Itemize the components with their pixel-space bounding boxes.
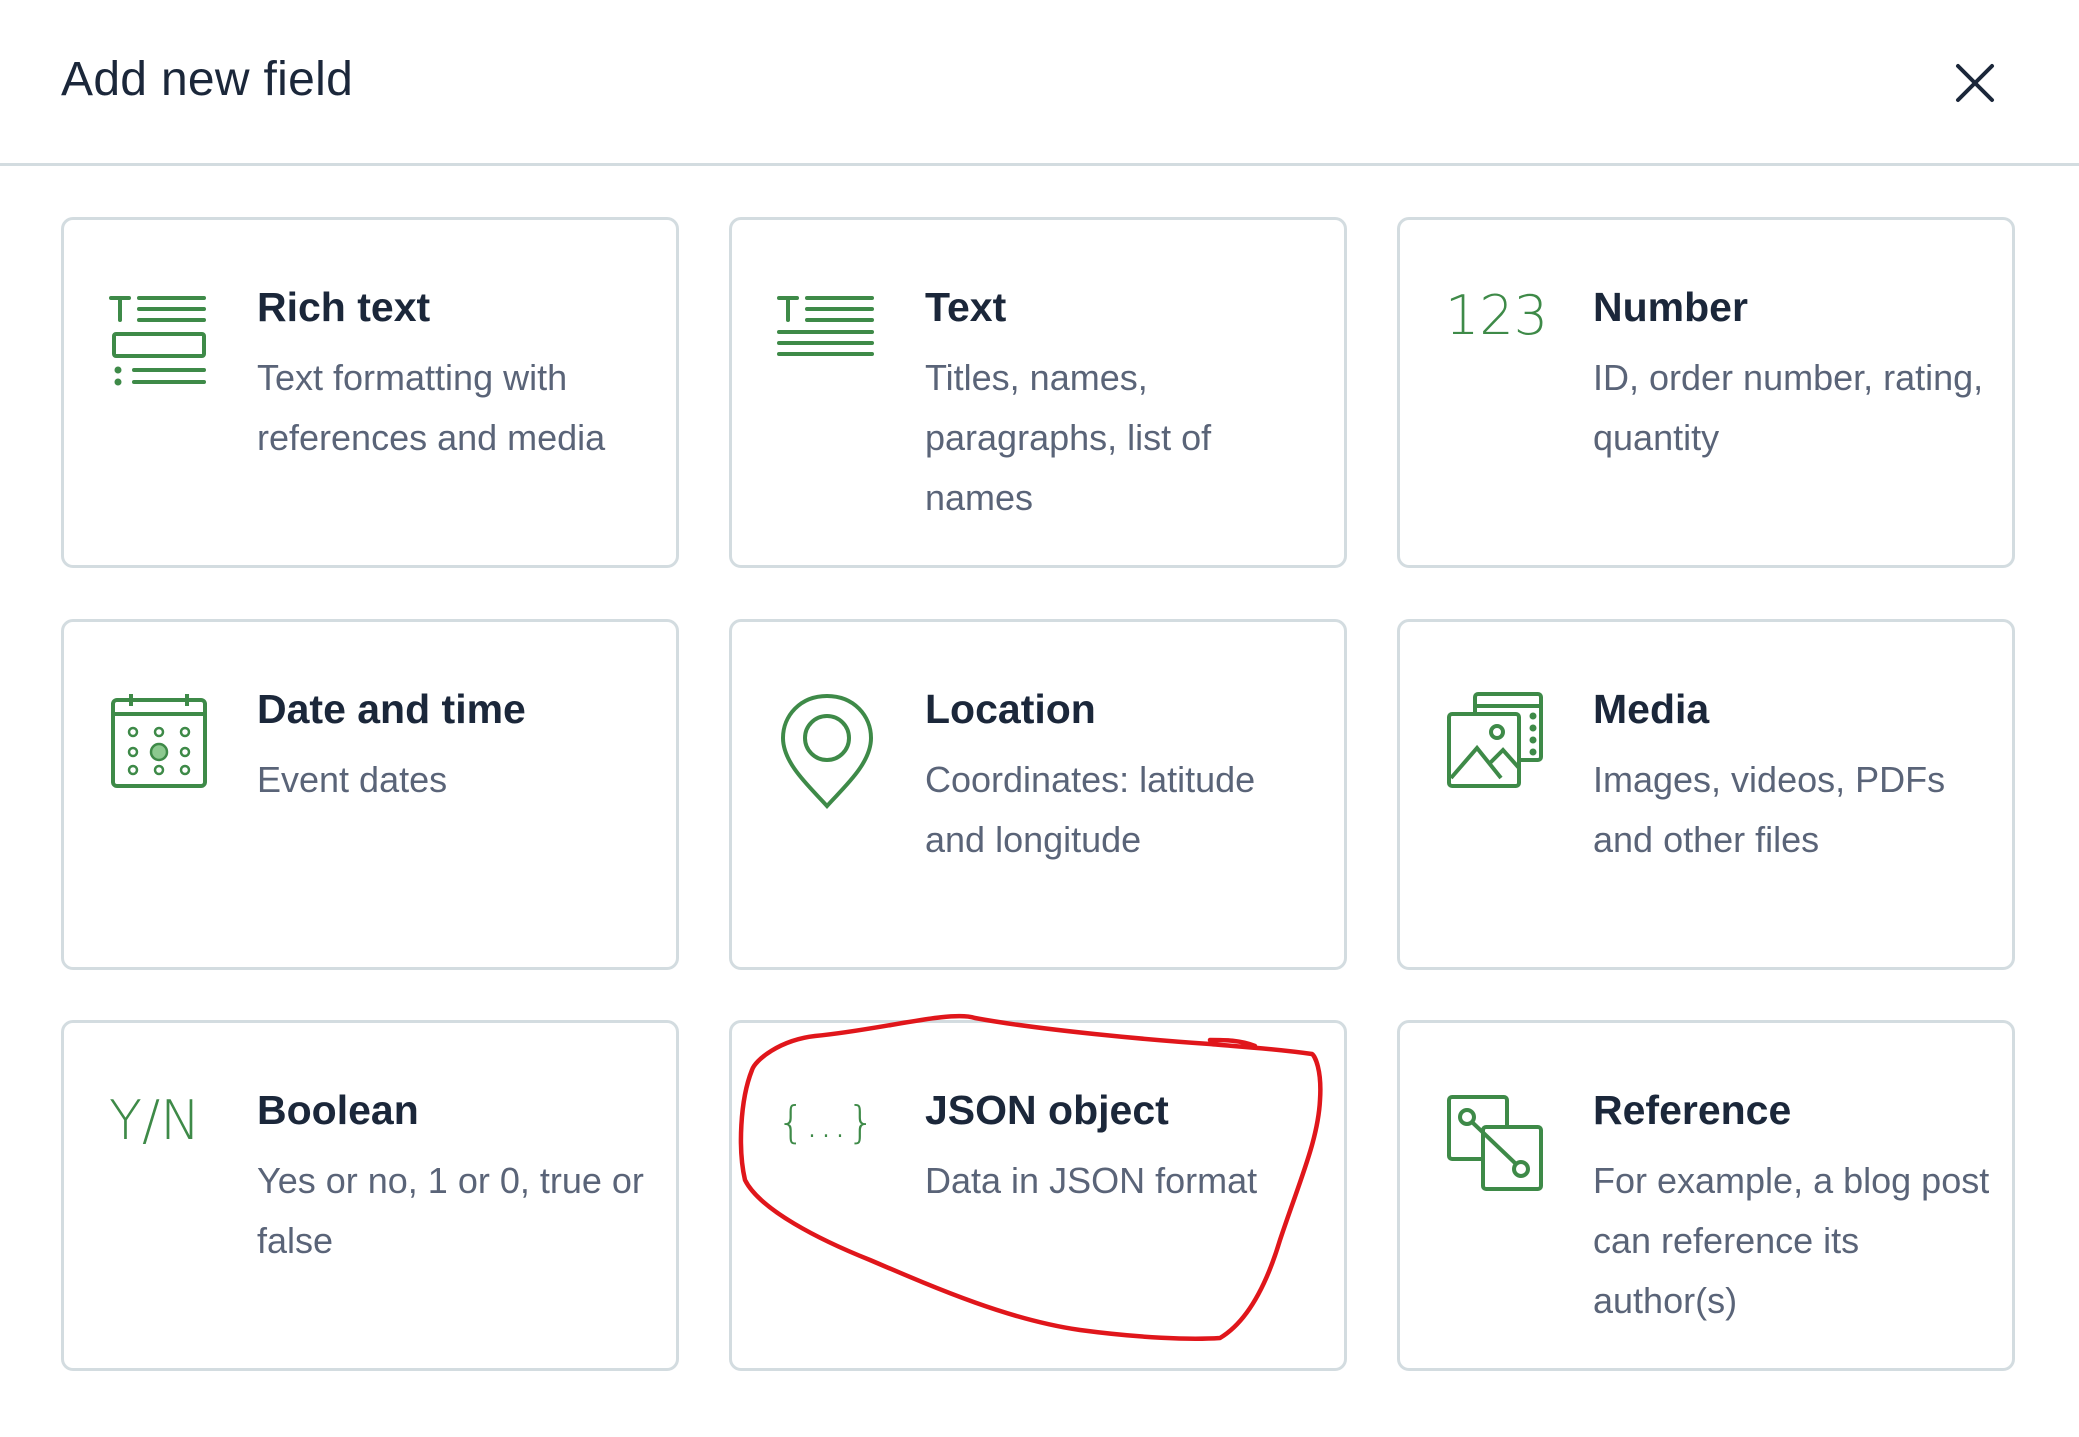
number-icon: 123 <box>1445 284 1548 390</box>
field-name: Boolean <box>257 1087 419 1133</box>
json-braces-icon: {...} <box>777 1093 877 1193</box>
field-name: Number <box>1593 284 1748 330</box>
dialog-title: Add new field <box>61 53 354 106</box>
field-name: Date and time <box>257 686 526 732</box>
field-description: Coordinates: latitude and longitude <box>925 759 1256 860</box>
field-name: Text <box>925 284 1007 330</box>
location-pin-icon <box>780 693 874 810</box>
field-name: Reference <box>1593 1087 1792 1133</box>
field-card-date-and-time[interactable]: Date and time Event dates <box>61 619 679 970</box>
field-card-json-object[interactable]: {...} JSON object Data in JSON format <box>729 1020 1347 1371</box>
field-name: Media <box>1593 686 1710 732</box>
field-description: Images, videos, PDFs and other files <box>1593 759 1946 860</box>
field-name: JSON object <box>925 1087 1169 1133</box>
field-card-number[interactable]: 123 Number ID, order number, rating, qua… <box>1397 217 2015 568</box>
calendar-icon <box>111 694 207 788</box>
media-icon <box>1447 692 1543 788</box>
field-description: Event dates <box>257 759 448 800</box>
field-description: For example, a blog post can reference i… <box>1593 1160 1990 1321</box>
reference-icon <box>1447 1095 1543 1191</box>
close-icon[interactable] <box>1950 58 2000 108</box>
field-name: Rich text <box>257 284 431 330</box>
boolean-icon-label: Y/N <box>109 1089 201 1152</box>
text-icon <box>777 296 874 356</box>
field-description: Data in JSON format <box>925 1160 1258 1201</box>
field-description: Text formatting with references and medi… <box>257 357 606 458</box>
field-card-text[interactable]: Text Titles, names, paragraphs, list of … <box>729 217 1347 568</box>
field-description: Yes or no, 1 or 0, true or false <box>257 1160 644 1261</box>
field-card-boolean[interactable]: Y/N Boolean Yes or no, 1 or 0, true or f… <box>61 1020 679 1371</box>
field-name: Location <box>925 686 1096 732</box>
rich-text-icon <box>109 296 206 386</box>
field-description: Titles, names, paragraphs, list of names <box>925 357 1212 518</box>
number-icon-label: 123 <box>1445 284 1549 347</box>
json-icon-label: {...} <box>777 1097 875 1148</box>
field-card-media[interactable]: Media Images, videos, PDFs and other fil… <box>1397 619 2015 970</box>
field-card-location[interactable]: Location Coordinates: latitude and longi… <box>729 619 1347 970</box>
boolean-icon: Y/N <box>109 1089 209 1193</box>
dialog-header: Add new field <box>0 0 2079 166</box>
field-card-reference[interactable]: Reference For example, a blog post can r… <box>1397 1020 2015 1371</box>
field-description: ID, order number, rating, quantity <box>1593 357 1984 458</box>
field-card-rich-text[interactable]: Rich text Text formatting with reference… <box>61 217 679 568</box>
